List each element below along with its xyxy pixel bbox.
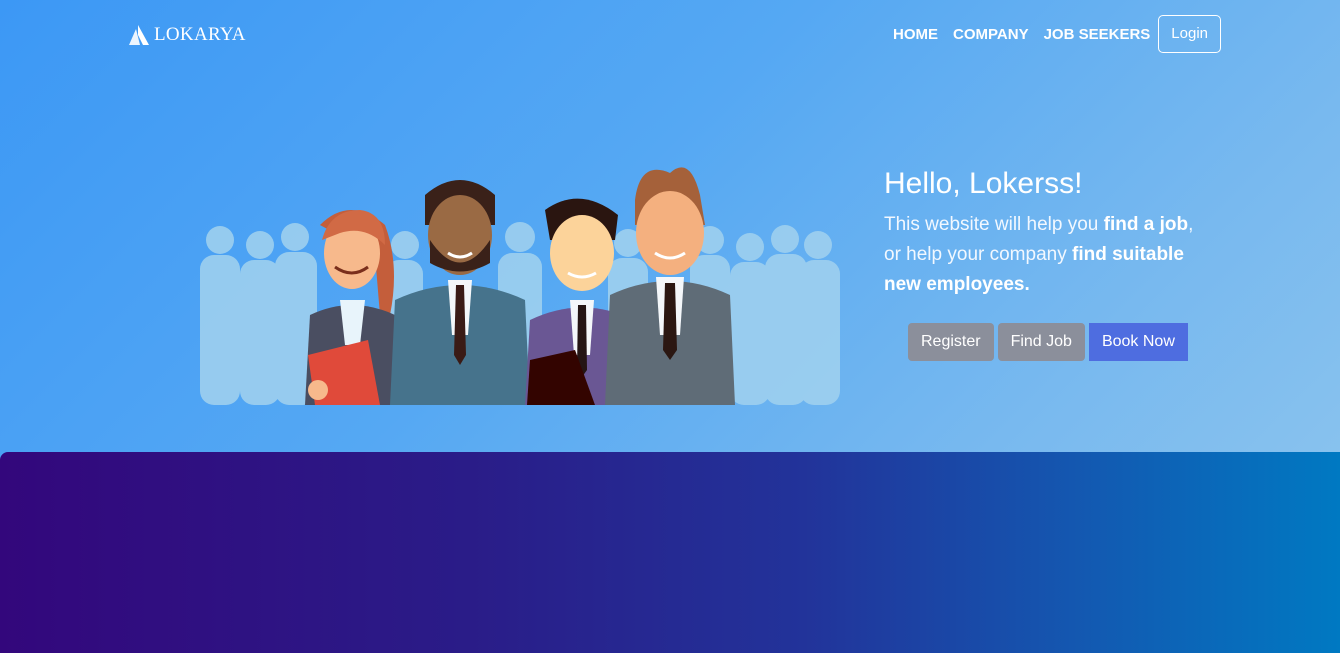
login-button[interactable]: Login — [1158, 15, 1221, 53]
hero-copy: Hello, Lokerss! This website will help y… — [884, 166, 1214, 300]
nav-home[interactable]: HOME — [893, 26, 938, 43]
hero-title: Hello, Lokerss! — [884, 167, 1083, 200]
hero-text-3: or help your company — [884, 244, 1072, 265]
brand-logo[interactable]: LOKARYA — [128, 24, 246, 46]
mountain-logo-icon — [129, 25, 149, 45]
hero-description: This website will help you find a job, o… — [884, 210, 1214, 300]
book-now-button[interactable]: Book Now — [1088, 323, 1188, 361]
main-nav: HOME COMPANY JOB SEEKERS Login — [878, 15, 1221, 53]
hero-section: LOKARYA HOME COMPANY JOB SEEKERS Login H… — [0, 0, 1340, 460]
register-button[interactable]: Register — [908, 323, 994, 361]
team-illustration — [200, 167, 840, 405]
hero-bold-find-suitable: find suitable — [1072, 244, 1184, 265]
nav-job-seekers[interactable]: JOB SEEKERS — [1044, 26, 1151, 43]
hero-bold-find-job: find a job — [1103, 214, 1189, 235]
gradient-band-section — [0, 452, 1340, 653]
brand-name: LOKARYA — [154, 24, 246, 45]
nav-company[interactable]: COMPANY — [953, 26, 1029, 43]
find-job-button[interactable]: Find Job — [997, 323, 1085, 361]
person-woman — [305, 210, 405, 405]
hero-bold-new-employees: new employees. — [884, 274, 1030, 295]
hero-actions: Register Find Job Book Now — [908, 323, 1192, 361]
hero-text-1: This website will help you — [884, 214, 1104, 235]
hero-text-2: , — [1188, 214, 1194, 235]
